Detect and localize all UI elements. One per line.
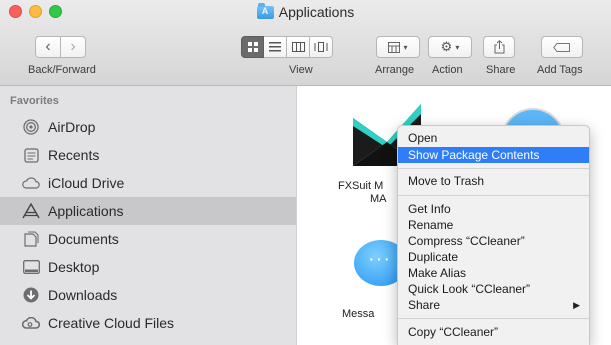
view-label: View <box>289 64 313 76</box>
arrange-button[interactable]: ▾ <box>376 36 420 58</box>
share-label: Share <box>486 64 516 76</box>
sidebar-item-label: AirDrop <box>48 119 96 135</box>
share-button[interactable] <box>483 36 515 58</box>
chevron-down-icon: ▾ <box>403 42 408 52</box>
sidebar-item-recents[interactable]: Recents <box>0 141 296 169</box>
chevron-left-icon: ‹ <box>45 38 51 55</box>
menu-item-copy[interactable]: Copy “CCleaner” <box>398 324 589 340</box>
cover-flow-icon <box>314 42 328 52</box>
add-tags-label: Add Tags <box>537 64 583 76</box>
back-forward-label: Back/Forward <box>28 64 96 76</box>
documents-icon <box>22 230 40 248</box>
add-tags-button[interactable] <box>541 36 583 58</box>
chevron-right-icon: › <box>70 38 76 55</box>
column-view-button[interactable] <box>287 36 310 58</box>
action-label: Action <box>432 64 463 76</box>
arrange-label: Arrange <box>375 64 415 76</box>
menu-item-get-info[interactable]: Get Info <box>398 201 589 217</box>
airdrop-icon <box>22 118 40 136</box>
list-view-button[interactable] <box>264 36 287 58</box>
menu-item-move-to-trash[interactable]: Move to Trash <box>398 173 589 189</box>
sidebar-item-desktop[interactable]: Desktop <box>0 253 296 281</box>
share-icon <box>494 40 504 54</box>
downloads-icon <box>22 286 40 304</box>
sidebar-item-applications[interactable]: Applications <box>0 197 296 225</box>
sidebar-item-icloud-drive[interactable]: iCloud Drive <box>0 169 296 197</box>
action-button[interactable]: ⚙ ▾ <box>428 36 472 58</box>
menu-item-duplicate[interactable]: Duplicate <box>398 249 589 265</box>
applications-icon <box>22 202 40 220</box>
column-view-icon <box>291 42 305 52</box>
recents-icon <box>22 146 40 164</box>
sidebar-item-creative-cloud-files[interactable]: Creative Cloud Files <box>0 309 296 337</box>
sidebar-item-label: iCloud Drive <box>48 175 125 191</box>
context-menu: Open Show Package Contents Move to Trash… <box>397 125 590 345</box>
menu-item-make-alias[interactable]: Make Alias <box>398 265 589 281</box>
icon-view-button[interactable] <box>241 36 264 58</box>
sidebar-item-airdrop[interactable]: AirDrop <box>0 113 296 141</box>
arrange-grid-icon <box>388 41 401 53</box>
window-title-text: Applications <box>278 4 355 20</box>
icon-view-icon <box>247 42 258 52</box>
menu-separator <box>398 168 589 169</box>
fxsuit-app-label-line2: MA <box>370 193 387 205</box>
list-view-icon <box>269 42 281 52</box>
messages-app-label: Messa <box>342 308 375 320</box>
menu-item-quick-look[interactable]: Quick Look “CCleaner” <box>398 281 589 297</box>
creative-cloud-icon <box>22 314 40 332</box>
sidebar-item-label: Applications <box>48 203 124 219</box>
gear-icon: ⚙ <box>440 39 453 54</box>
window-title: Applications <box>0 3 611 20</box>
menu-item-compress[interactable]: Compress “CCleaner” <box>398 233 589 249</box>
view-mode-group <box>241 36 333 58</box>
menu-separator <box>398 318 589 319</box>
forward-button[interactable]: › <box>60 36 86 58</box>
cloud-icon <box>22 174 40 192</box>
applications-folder-icon <box>256 3 274 19</box>
tag-icon <box>553 42 570 52</box>
fxsuit-app-label: FXSuit M <box>338 180 384 192</box>
finder-window: Applications ‹ › ▾ ⚙ <box>0 0 611 345</box>
menu-item-show-package-contents[interactable]: Show Package Contents <box>398 147 589 163</box>
sidebar-item-label: Creative Cloud Files <box>48 315 175 331</box>
submenu-arrow-icon: ▶ <box>573 300 580 310</box>
cover-flow-view-button[interactable] <box>310 36 333 58</box>
sidebar-item-downloads[interactable]: Downloads <box>0 281 296 309</box>
sidebar-item-label: Downloads <box>48 287 118 303</box>
back-button[interactable]: ‹ <box>35 36 61 58</box>
desktop-icon <box>22 258 40 276</box>
sidebar: Favorites AirDrop Recents iCloud Drive A… <box>0 86 297 345</box>
menu-item-open[interactable]: Open <box>398 130 589 146</box>
menu-separator <box>398 195 589 196</box>
chevron-down-icon: ▾ <box>455 42 460 52</box>
sidebar-item-label: Desktop <box>48 259 100 275</box>
menu-item-share-label: Share <box>408 298 441 312</box>
menu-item-rename[interactable]: Rename <box>398 217 589 233</box>
sidebar-item-label: Documents <box>48 231 119 247</box>
toolbar: Applications ‹ › ▾ ⚙ <box>0 0 611 86</box>
sidebar-item-label: Recents <box>48 147 100 163</box>
menu-item-share[interactable]: Share ▶ <box>398 297 589 313</box>
favorites-heading: Favorites <box>10 95 59 107</box>
sidebar-item-documents[interactable]: Documents <box>0 225 296 253</box>
